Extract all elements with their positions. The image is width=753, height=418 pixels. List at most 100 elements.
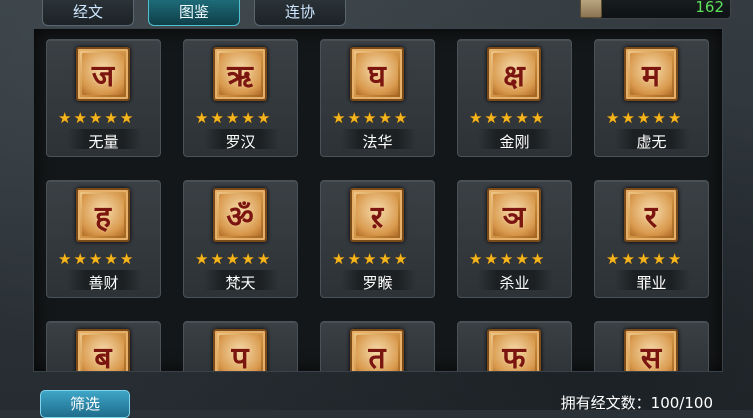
star-icon: ★: [515, 109, 529, 127]
card-name: 善财: [88, 274, 119, 292]
star-icon: ★: [378, 250, 392, 268]
star-rating: ★ ★ ★ ★ ★: [332, 252, 407, 267]
scripture-card[interactable]: त: [320, 321, 435, 372]
scripture-card[interactable]: फ: [457, 321, 572, 372]
sanskrit-seal-icon: र: [624, 188, 678, 242]
star-icon: ★: [73, 250, 87, 268]
seal-glyph: ञ: [502, 199, 526, 235]
star-rating: ★ ★ ★ ★ ★: [469, 111, 544, 126]
star-icon: ★: [484, 109, 498, 127]
scripture-card[interactable]: ब: [46, 321, 161, 371]
star-icon: ★: [606, 109, 620, 127]
scripture-card[interactable]: ऱ ★ ★ ★ ★ ★ 罗睺: [320, 180, 435, 298]
star-icon: ★: [210, 250, 224, 268]
scripture-card[interactable]: घ ★ ★ ★ ★ ★ 法华: [320, 39, 435, 157]
star-icon: ★: [119, 109, 134, 127]
resource-value: 162: [695, 0, 724, 16]
scripture-card[interactable]: स: [594, 321, 709, 372]
star-rating: ★ ★ ★ ★ ★: [332, 111, 407, 126]
star-icon: ★: [469, 109, 483, 127]
scroll-icon: [580, 0, 602, 18]
sanskrit-seal-icon: ऱ: [350, 188, 404, 242]
star-icon: ★: [256, 109, 271, 127]
star-icon: ★: [210, 109, 224, 127]
scripture-card[interactable]: ह ★ ★ ★ ★ ★ 善财: [46, 180, 161, 298]
tab-codex[interactable]: 图鉴: [148, 0, 240, 26]
star-icon: ★: [332, 250, 346, 268]
star-icon: ★: [621, 250, 635, 268]
seal-glyph: त: [368, 340, 386, 372]
star-icon: ★: [636, 109, 651, 127]
seal-glyph: र: [644, 199, 658, 235]
codex-panel[interactable]: ज ★ ★ ★ ★ ★ 无量 ऋ ★ ★ ★ ★ ★ 罗汉 घ ★ ★ ★ ★ ★ 法华 क्ष ★ ★ ★ ★ ★ 金刚 म ★ ★ ★ ★ ★…: [33, 28, 723, 372]
star-rating: ★ ★ ★ ★ ★: [58, 111, 133, 126]
star-icon: ★: [241, 109, 255, 127]
sanskrit-seal-icon: ब: [76, 329, 130, 371]
star-icon: ★: [652, 109, 666, 127]
star-rating: ★ ★ ★ ★ ★: [469, 252, 544, 267]
star-rating: ★ ★ ★ ★ ★: [195, 111, 270, 126]
filter-button[interactable]: 筛选: [40, 390, 130, 418]
card-name: 罗睺: [362, 274, 393, 292]
card-name: 金刚: [499, 133, 530, 151]
card-grid: ज ★ ★ ★ ★ ★ 无量 ऋ ★ ★ ★ ★ ★ 罗汉 घ ★ ★ ★ ★ ★ 法华 क्ष ★ ★ ★ ★ ★ 金刚 म ★ ★ ★ ★ ★…: [46, 39, 709, 372]
star-icon: ★: [393, 109, 408, 127]
card-name: 虚无: [636, 133, 667, 151]
star-rating: ★ ★ ★ ★ ★: [606, 252, 681, 267]
star-icon: ★: [393, 250, 408, 268]
star-icon: ★: [667, 250, 682, 268]
seal-glyph: क्ष: [503, 58, 525, 94]
star-icon: ★: [58, 109, 72, 127]
scripture-card[interactable]: ञ ★ ★ ★ ★ ★ 杀业: [457, 180, 572, 298]
star-icon: ★: [499, 109, 514, 127]
star-icon: ★: [241, 250, 255, 268]
sanskrit-seal-icon: ञ: [487, 188, 541, 242]
star-icon: ★: [347, 109, 361, 127]
star-icon: ★: [225, 250, 240, 268]
star-icon: ★: [195, 250, 209, 268]
tab-bar: 经文 图鉴 连协: [42, 0, 346, 26]
tab-synergy[interactable]: 连协: [254, 0, 346, 26]
tab-scriptures[interactable]: 经文: [42, 0, 134, 26]
sanskrit-seal-icon: त: [350, 329, 404, 372]
star-icon: ★: [362, 109, 377, 127]
seal-glyph: ज: [91, 58, 115, 94]
seal-glyph: ऱ: [370, 199, 384, 235]
sanskrit-seal-icon: स: [624, 329, 678, 372]
star-icon: ★: [256, 250, 271, 268]
card-name: 法华: [362, 133, 393, 151]
star-icon: ★: [73, 109, 87, 127]
seal-glyph: स: [640, 340, 662, 372]
card-name: 罪业: [636, 274, 667, 292]
seal-glyph: ऋ: [227, 58, 253, 94]
scripture-card[interactable]: र ★ ★ ★ ★ ★ 罪业: [594, 180, 709, 298]
seal-glyph: घ: [368, 58, 386, 94]
star-icon: ★: [621, 109, 635, 127]
star-icon: ★: [499, 250, 514, 268]
star-icon: ★: [347, 250, 361, 268]
seal-glyph: ॐ: [226, 199, 254, 235]
star-icon: ★: [606, 250, 620, 268]
star-icon: ★: [484, 250, 498, 268]
card-name: 无量: [88, 133, 119, 151]
sanskrit-seal-icon: फ: [487, 329, 541, 372]
scripture-card[interactable]: ज ★ ★ ★ ★ ★ 无量: [46, 39, 161, 157]
scripture-card[interactable]: ॐ ★ ★ ★ ★ ★ 梵天: [183, 180, 298, 298]
seal-glyph: म: [642, 58, 660, 94]
star-icon: ★: [667, 109, 682, 127]
star-rating: ★ ★ ★ ★ ★: [58, 252, 133, 267]
star-icon: ★: [652, 250, 666, 268]
star-rating: ★ ★ ★ ★ ★: [606, 111, 681, 126]
star-icon: ★: [636, 250, 651, 268]
card-name: 罗汉: [225, 133, 256, 151]
star-icon: ★: [378, 109, 392, 127]
scripture-card[interactable]: ऋ ★ ★ ★ ★ ★ 罗汉: [183, 39, 298, 157]
star-icon: ★: [104, 250, 118, 268]
sanskrit-seal-icon: ऋ: [213, 47, 267, 101]
scripture-card[interactable]: प: [183, 321, 298, 371]
scripture-card[interactable]: क्ष ★ ★ ★ ★ ★ 金刚: [457, 39, 572, 157]
star-rating: ★ ★ ★ ★ ★: [195, 252, 270, 267]
seal-glyph: फ: [502, 340, 526, 372]
scripture-card[interactable]: म ★ ★ ★ ★ ★ 虚无: [594, 39, 709, 157]
star-icon: ★: [362, 250, 377, 268]
